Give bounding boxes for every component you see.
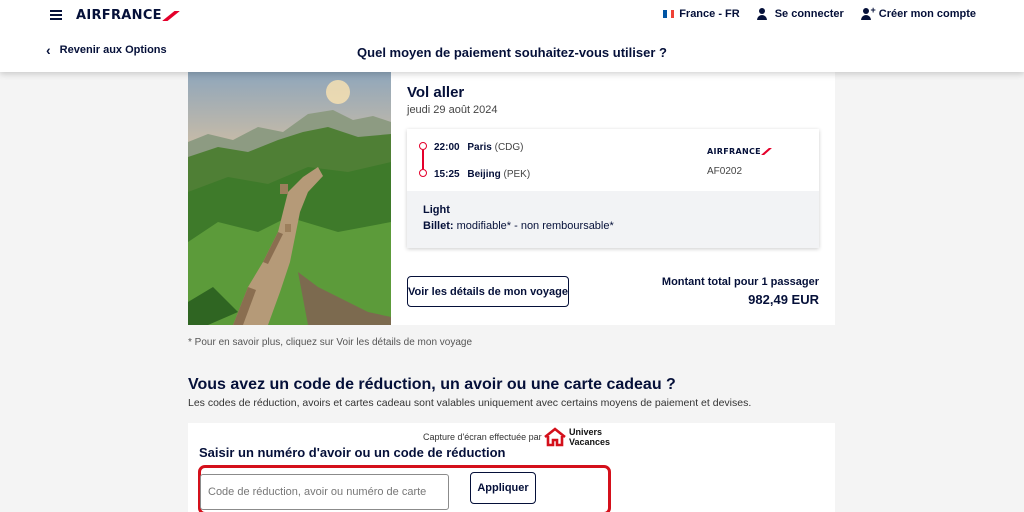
- capture-credit-text: Capture d'écran effectuée par: [423, 432, 542, 442]
- create-account-link[interactable]: + Créer mon compte: [860, 6, 976, 20]
- itinerary-segments: 22:00 Paris (CDG) 15:25 Beijing (PEK) AI…: [407, 129, 819, 191]
- total-label: Montant total pour 1 passager: [661, 276, 819, 288]
- page-title: Quel moyen de paiement souhaitez-vous ut…: [357, 45, 667, 60]
- capture-logo-line1: Univers: [569, 427, 603, 437]
- site-header: AIRFRANCE France - FR Se connecter + Cré…: [0, 0, 1024, 72]
- country-label: France - FR: [679, 8, 740, 20]
- create-account-label: Créer mon compte: [878, 8, 976, 20]
- discount-section-subtitle: Les codes de réduction, avoirs et cartes…: [188, 397, 752, 409]
- discount-section-title: Vous avez un code de réduction, un avoir…: [188, 376, 676, 393]
- flight-direction-title: Vol aller: [407, 84, 465, 101]
- arrival-time: 15:25: [434, 169, 460, 180]
- discount-code-input[interactable]: [200, 474, 449, 510]
- trip-details-button[interactable]: Voir les détails de mon voyage: [407, 276, 569, 307]
- departure-dot-icon: [419, 142, 427, 150]
- airline-logo-text: AIRFRANCE: [707, 147, 761, 156]
- departure-segment: 22:00 Paris (CDG): [434, 142, 524, 153]
- ticket-label: Billet:: [423, 220, 454, 232]
- logo-swoosh-icon: [162, 11, 180, 21]
- departure-code: (CDG): [494, 142, 524, 153]
- fare-name: Light: [423, 204, 450, 216]
- code-field-label: Saisir un numéro d'avoir ou un code de r…: [199, 445, 506, 460]
- great-wall-image: [188, 72, 391, 325]
- arrival-city: Beijing: [467, 169, 501, 180]
- login-link[interactable]: Se connecter: [756, 8, 844, 20]
- flight-date: jeudi 29 août 2024: [407, 104, 498, 116]
- apply-button[interactable]: Appliquer: [470, 472, 536, 504]
- ticket-conditions: Billet: modifiable* - non remboursable*: [423, 220, 614, 232]
- arrival-dot-icon: [419, 169, 427, 177]
- fare-info: Light Billet: modifiable* - non rembours…: [407, 191, 819, 248]
- flight-summary-card: Vol aller jeudi 29 août 2024 22:00 Paris…: [188, 72, 835, 325]
- discount-code-card: Capture d'écran effectuée par Univers Va…: [188, 423, 835, 512]
- airline-logo: AIRFRANCE: [707, 147, 770, 156]
- univers-vacances-house-icon: [544, 427, 566, 447]
- route-line: [422, 150, 424, 169]
- departure-time: 22:00: [434, 142, 460, 153]
- footnote: * Pour en savoir plus, cliquez sur Voir …: [188, 337, 473, 348]
- french-flag-icon: [663, 10, 675, 18]
- login-label: Se connecter: [774, 8, 844, 20]
- user-icon: [756, 8, 768, 20]
- itinerary-box: 22:00 Paris (CDG) 15:25 Beijing (PEK) AI…: [407, 129, 819, 248]
- flight-number: AF0202: [707, 166, 743, 177]
- departure-city: Paris: [467, 142, 492, 153]
- hamburger-menu-icon[interactable]: [50, 10, 62, 20]
- arrival-segment: 15:25 Beijing (PEK): [434, 169, 530, 180]
- header-actions: France - FR Se connecter + Créer mon com…: [647, 6, 976, 20]
- ticket-conditions-value: modifiable* - non remboursable*: [456, 220, 614, 232]
- logo-text: AIRFRANCE: [76, 8, 162, 23]
- country-selector[interactable]: France - FR: [663, 8, 740, 20]
- capture-logo-line2: Vacances: [569, 437, 611, 447]
- total-price: 982,49 EUR: [748, 292, 819, 307]
- flight-info: Vol aller jeudi 29 août 2024 22:00 Paris…: [407, 72, 819, 325]
- add-user-icon: +: [860, 6, 876, 20]
- univers-vacances-logo: Univers Vacances: [544, 427, 610, 447]
- airfrance-logo[interactable]: AIRFRANCE: [76, 8, 177, 23]
- airline-swoosh-icon: [761, 148, 772, 155]
- arrival-code: (PEK): [503, 169, 531, 180]
